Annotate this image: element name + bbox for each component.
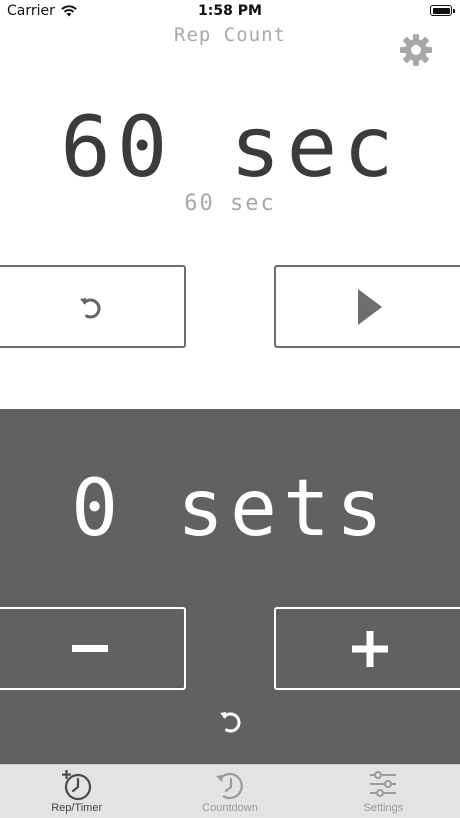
tab-bar: Rep/Timer Countdown Settings	[0, 764, 460, 818]
reset-icon	[220, 712, 241, 733]
sets-count-display: 0 sets	[71, 464, 389, 554]
status-bar: Carrier 1:58 PM	[0, 0, 460, 24]
minus-icon	[72, 644, 108, 652]
tab-label: Rep/Timer	[51, 802, 103, 814]
battery-icon	[430, 5, 455, 16]
reset-icon	[80, 297, 101, 318]
status-time: 1:58 PM	[198, 3, 262, 19]
sliders-icon	[370, 771, 397, 797]
tab-label: Settings	[363, 802, 404, 814]
tab-rep-timer[interactable]: Rep/Timer	[0, 765, 153, 818]
timer-display: 60 sec	[60, 98, 400, 196]
tab-countdown[interactable]: Countdown	[153, 765, 306, 818]
sets-panel: 0 sets	[0, 409, 460, 764]
play-icon	[358, 288, 382, 325]
countdown-icon	[215, 772, 243, 800]
increment-sets-button[interactable]	[274, 607, 460, 690]
page-title: Rep Count	[174, 24, 286, 46]
settings-button[interactable]	[396, 30, 436, 70]
tab-settings[interactable]: Settings	[307, 765, 460, 818]
timer-subtitle: 60 sec	[184, 191, 276, 216]
reset-timer-button[interactable]	[0, 265, 186, 348]
gear-icon	[400, 34, 432, 66]
play-button[interactable]	[274, 265, 460, 348]
decrement-sets-button[interactable]	[0, 607, 186, 690]
app-screen: Carrier 1:58 PM Rep Count 60 sec 60 sec …	[0, 0, 460, 818]
reset-sets-button[interactable]	[210, 701, 250, 741]
plus-icon	[352, 630, 388, 667]
tab-label: Countdown	[202, 802, 258, 814]
rep-timer-icon	[61, 770, 91, 801]
